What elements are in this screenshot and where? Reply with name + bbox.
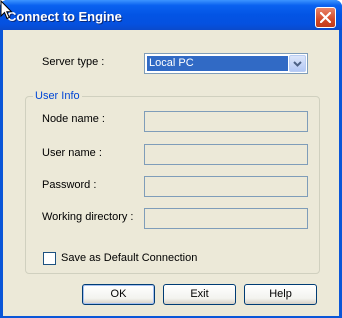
working-directory-label: Working directory : (42, 211, 134, 223)
dropdown-button[interactable] (289, 55, 306, 72)
user-name-field[interactable] (144, 144, 308, 165)
user-name-label: User name : (42, 147, 102, 159)
mouse-pointer-icon (0, 0, 13, 20)
save-default-checkbox[interactable] (43, 252, 56, 265)
server-type-label: Server type : (42, 56, 105, 68)
chevron-down-icon (293, 61, 302, 67)
close-icon (320, 12, 331, 23)
connect-dialog: Connect to Engine Server type : Local PC… (0, 0, 342, 318)
server-type-select[interactable]: Local PC (144, 53, 308, 74)
password-label: Password : (42, 179, 97, 191)
working-directory-field[interactable] (144, 208, 308, 229)
exit-button[interactable]: Exit (163, 284, 236, 305)
help-button[interactable]: Help (244, 284, 317, 305)
password-field[interactable] (144, 176, 308, 197)
node-name-label: Node name : (42, 113, 105, 125)
save-default-label[interactable]: Save as Default Connection (61, 252, 197, 264)
dialog-body: Server type : Local PC User Info Node na… (3, 30, 339, 316)
user-info-title: User Info (33, 90, 82, 102)
title-bar[interactable]: Connect to Engine (0, 0, 342, 30)
ok-button[interactable]: OK (82, 284, 155, 305)
window-title: Connect to Engine (7, 9, 122, 24)
server-type-value: Local PC (147, 56, 288, 71)
close-button[interactable] (315, 7, 336, 28)
node-name-field[interactable] (144, 111, 308, 132)
